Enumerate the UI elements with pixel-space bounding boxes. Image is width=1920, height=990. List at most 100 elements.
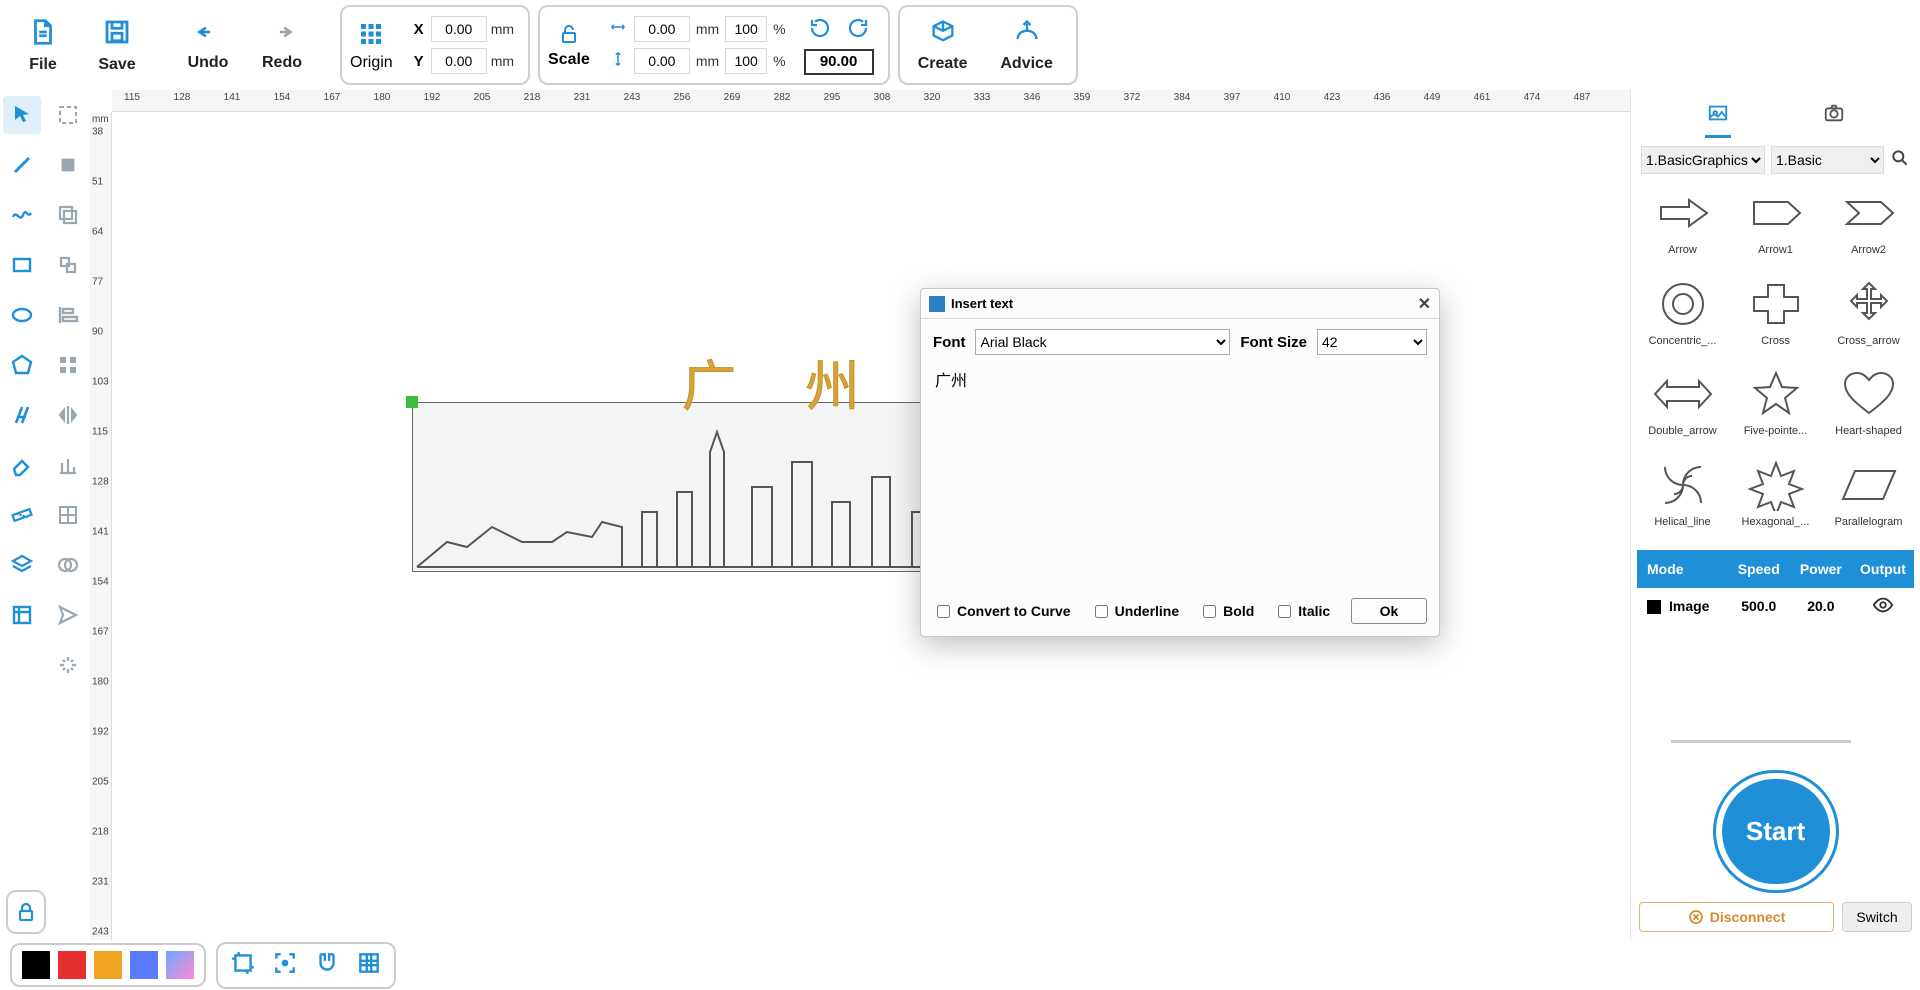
- text-tool[interactable]: [3, 396, 41, 434]
- swatch-blue[interactable]: [130, 951, 158, 979]
- chart-tool[interactable]: [49, 446, 87, 484]
- save-icon: [102, 17, 132, 52]
- layer-row[interactable]: Image 500.0 20.0: [1637, 588, 1914, 624]
- width-input[interactable]: [634, 16, 690, 42]
- curve-tool[interactable]: [3, 196, 41, 234]
- file-button[interactable]: File: [10, 6, 76, 84]
- shape-icon: [1740, 456, 1812, 514]
- create-button[interactable]: Create: [908, 6, 978, 84]
- origin-icon[interactable]: [356, 19, 386, 54]
- magnet-icon[interactable]: [314, 950, 340, 981]
- shape-cross-arrow[interactable]: Cross_arrow: [1823, 273, 1914, 360]
- start-button[interactable]: Start: [1716, 773, 1836, 890]
- y-input[interactable]: [431, 48, 487, 74]
- layer-visibility-icon[interactable]: [1852, 594, 1914, 619]
- dialog-close-icon[interactable]: ✕: [1418, 294, 1431, 314]
- lock-scale-icon[interactable]: [557, 22, 581, 51]
- shape-concentric-[interactable]: Concentric_...: [1637, 273, 1728, 360]
- send-tool[interactable]: [49, 596, 87, 634]
- measure-tool[interactable]: [3, 496, 41, 534]
- disconnect-label: Disconnect: [1710, 909, 1785, 925]
- canvas-lock-button[interactable]: [6, 890, 46, 934]
- shape-category-2[interactable]: 1.Basic: [1771, 146, 1884, 174]
- shape-label: Hexagonal_...: [1742, 516, 1810, 528]
- width-pct-input[interactable]: [725, 16, 767, 42]
- marquee-tool[interactable]: [49, 96, 87, 134]
- scale-group: Scale mm % mm %: [538, 5, 890, 85]
- shape-label: Helical_line: [1654, 516, 1710, 528]
- align-left-tool[interactable]: [49, 296, 87, 334]
- x-key: X: [411, 21, 427, 38]
- dialog-font-select[interactable]: Arial Black: [975, 329, 1230, 355]
- height-input[interactable]: [634, 48, 690, 74]
- start-label: Start: [1746, 816, 1805, 847]
- layers-tool[interactable]: [3, 546, 41, 584]
- shape-icon: [1833, 365, 1905, 423]
- shape-arrow1[interactable]: Arrow1: [1730, 182, 1821, 269]
- group-tool[interactable]: [49, 246, 87, 284]
- undo-label: Undo: [188, 54, 229, 72]
- swatch-orange[interactable]: [94, 951, 122, 979]
- select-tool[interactable]: [3, 96, 41, 134]
- redo-button[interactable]: Redo: [249, 6, 315, 84]
- swatch-gradient[interactable]: [166, 951, 194, 979]
- dialog-italic-label: Italic: [1298, 603, 1330, 619]
- save-button[interactable]: Save: [84, 6, 150, 84]
- advice-button[interactable]: Advice: [992, 6, 1062, 84]
- disconnect-button[interactable]: Disconnect: [1639, 902, 1834, 932]
- layer-swatch: [1647, 600, 1661, 614]
- camera-tab[interactable]: [1821, 102, 1847, 138]
- dialog-text-input[interactable]: [933, 363, 1427, 593]
- dialog-titlebar[interactable]: Insert text ✕: [921, 289, 1439, 319]
- col-mode: Mode: [1637, 561, 1728, 577]
- shapes-tab[interactable]: [1705, 102, 1731, 138]
- shape-icon: [1833, 275, 1905, 333]
- grid-tool[interactable]: [49, 496, 87, 534]
- distribute-tool[interactable]: [49, 346, 87, 384]
- ellipse-tool[interactable]: [3, 296, 41, 334]
- shape-arrow[interactable]: Arrow: [1637, 182, 1728, 269]
- rotation-input[interactable]: [804, 49, 874, 75]
- fill-tool[interactable]: [49, 146, 87, 184]
- dialog-italic-checkbox[interactable]: Italic: [1274, 602, 1330, 621]
- dialog-size-select[interactable]: 42: [1317, 329, 1427, 355]
- polygon-tool[interactable]: [3, 346, 41, 384]
- line-tool[interactable]: [3, 146, 41, 184]
- rotate-cw-icon[interactable]: [846, 16, 870, 45]
- rect-tool[interactable]: [3, 246, 41, 284]
- dialog-ok-button[interactable]: Ok: [1351, 598, 1427, 624]
- crop-icon[interactable]: [230, 950, 256, 981]
- shape-five-pointe-[interactable]: Five-pointe...: [1730, 363, 1821, 450]
- shape-double-arrow[interactable]: Double_arrow: [1637, 363, 1728, 450]
- shape-arrow2[interactable]: Arrow2: [1823, 182, 1914, 269]
- layer-table: Mode Speed Power Output Image 500.0 20.0: [1637, 550, 1914, 624]
- shape-label: Concentric_...: [1649, 335, 1717, 347]
- dialog-underline-checkbox[interactable]: Underline: [1091, 602, 1180, 621]
- shape-category-1[interactable]: 1.BasicGraphics: [1641, 146, 1765, 174]
- shape-heart-shaped[interactable]: Heart-shaped: [1823, 363, 1914, 450]
- weld-tool[interactable]: [49, 546, 87, 584]
- dialog-convert-checkbox[interactable]: Convert to Curve: [933, 602, 1071, 621]
- switch-button[interactable]: Switch: [1842, 902, 1912, 932]
- shape-helical-line[interactable]: Helical_line: [1637, 454, 1728, 541]
- shape-search-icon[interactable]: [1890, 148, 1910, 173]
- swatch-red[interactable]: [58, 951, 86, 979]
- focus-icon[interactable]: [272, 950, 298, 981]
- mirror-tool[interactable]: [49, 396, 87, 434]
- frame-tool[interactable]: [3, 596, 41, 634]
- dialog-bold-checkbox[interactable]: Bold: [1199, 602, 1254, 621]
- x-input[interactable]: [431, 16, 487, 42]
- shape-parallelogram[interactable]: Parallelogram: [1823, 454, 1914, 541]
- swatch-black[interactable]: [22, 951, 50, 979]
- shape-hexagonal-[interactable]: Hexagonal_...: [1730, 454, 1821, 541]
- eraser-tool[interactable]: [3, 446, 41, 484]
- shape-cross[interactable]: Cross: [1730, 273, 1821, 360]
- advice-label: Advice: [1000, 55, 1052, 73]
- advice-icon: [1012, 18, 1042, 51]
- spark-tool[interactable]: [49, 646, 87, 684]
- copy-tool[interactable]: [49, 196, 87, 234]
- bottom-grid-icon[interactable]: [356, 950, 382, 981]
- rotate-ccw-icon[interactable]: [808, 16, 832, 45]
- height-pct-input[interactable]: [725, 48, 767, 74]
- undo-button[interactable]: Undo: [175, 6, 241, 84]
